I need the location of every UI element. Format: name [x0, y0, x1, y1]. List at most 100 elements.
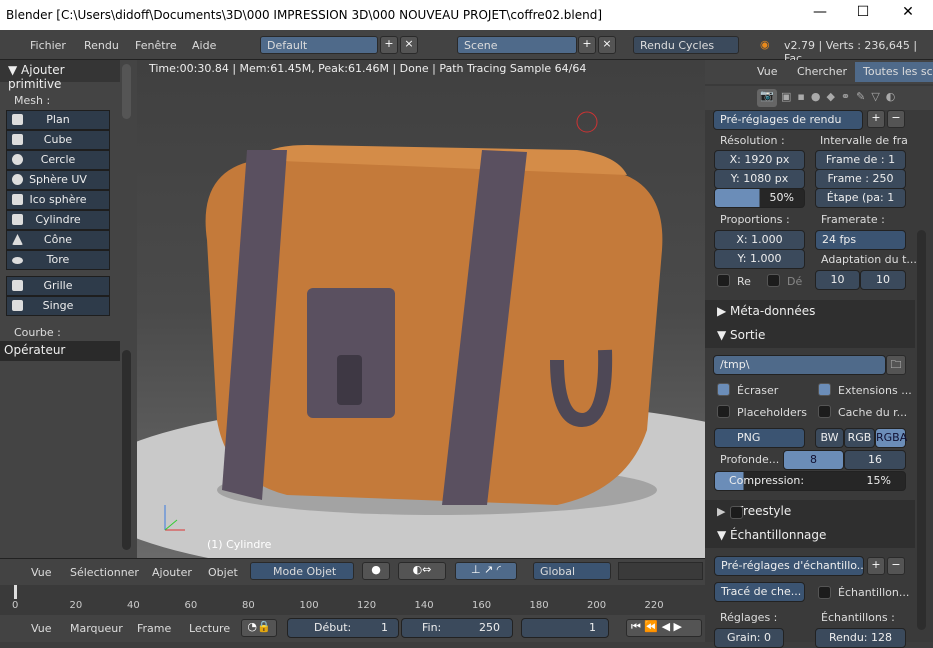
other-tabs-icons[interactable]: ▣▪●◆⚭✎▽◐ [781, 90, 901, 103]
placeholders-checkbox[interactable] [717, 405, 730, 418]
add-plane-button[interactable]: Plan [6, 110, 110, 130]
menu-ajouter[interactable]: Ajouter [152, 566, 192, 579]
border-checkbox[interactable] [717, 274, 730, 287]
shading-select[interactable]: ● [362, 562, 390, 580]
sampling-presets-select[interactable]: Pré-réglages d'échantillo... [714, 556, 864, 576]
current-frame-field[interactable]: 1 [521, 618, 609, 638]
menu-aide[interactable]: Aide [192, 39, 216, 52]
add-torus-button[interactable]: Tore [6, 250, 110, 270]
delete-scene-button[interactable]: × [598, 36, 616, 54]
end-frame-field[interactable]: Fin: 250 [401, 618, 513, 638]
depth-16-button[interactable]: 16 [844, 450, 906, 470]
active-object-label: (1) Cylindre [207, 538, 272, 551]
add-scene-button[interactable]: + [578, 36, 596, 54]
operator-panel-header[interactable]: Opérateur [0, 341, 120, 361]
menu-selectionner[interactable]: Sélectionner [70, 566, 139, 579]
operator-scrollbar[interactable] [122, 350, 131, 550]
playback-controls[interactable]: ⏮ ⏪ ◀ ▶ [626, 619, 702, 637]
time-remap-new-field[interactable]: 10 [860, 270, 906, 290]
minimize-button[interactable]: — [800, 4, 840, 20]
time-remap-old-field[interactable]: 10 [815, 270, 860, 290]
extensions-checkbox[interactable] [818, 383, 831, 396]
panel-header[interactable]: ▼ Ajouter primitive [0, 60, 120, 91]
resolution-percentage-slider[interactable]: 50% [714, 188, 805, 208]
menu-marqueur[interactable]: Marqueur [70, 622, 123, 635]
add-uv-sphere-button[interactable]: Sphère UV [6, 170, 110, 190]
frame-step-field[interactable]: Étape (pa: 1 [815, 188, 906, 208]
layer-buttons[interactable] [618, 562, 703, 580]
freestyle-checkbox[interactable] [730, 506, 743, 519]
output-path-field[interactable]: /tmp\ [713, 355, 886, 375]
render-presets-select[interactable]: Pré-réglages de rendu [713, 110, 863, 130]
add-layout-button[interactable]: + [380, 36, 398, 54]
menu-lecture[interactable]: Lecture [189, 622, 230, 635]
add-grid-button[interactable]: Grille [6, 276, 110, 296]
mode-select[interactable]: Mode Objet [250, 562, 354, 580]
remove-preset-button[interactable]: − [887, 110, 905, 128]
keying-lock-icons[interactable]: ◔🔒 [241, 619, 277, 637]
manipulator-buttons[interactable]: ⊥ ↗ ◜ [455, 562, 517, 580]
render-tab-icon[interactable]: 📷 [757, 89, 777, 107]
layout-selector[interactable]: Default [260, 36, 378, 54]
transform-orientation-select[interactable]: Global [533, 562, 611, 580]
add-preset-button[interactable]: + [867, 110, 885, 128]
add-cube-button[interactable]: Cube [6, 130, 110, 150]
add-ico-sphere-button[interactable]: Ico sphère [6, 190, 110, 210]
outliner-display-mode[interactable]: Toutes les scè [855, 62, 933, 82]
menu-vue-timeline[interactable]: Vue [31, 622, 52, 635]
timeline[interactable]: 0 20 40 60 80 100 120 140 160 180 200 220 [0, 585, 705, 615]
output-panel-header[interactable]: ▼ Sortie [705, 324, 915, 348]
render-samples-field[interactable]: Rendu: 128 [815, 628, 906, 648]
color-rgb-button[interactable]: RGB [844, 428, 875, 448]
square-samples-label: Échantillon... [838, 586, 910, 599]
aspect-x-field[interactable]: X: 1.000 [714, 230, 805, 250]
compression-slider[interactable]: Compression: 15% [714, 471, 906, 491]
color-bw-button[interactable]: BW [815, 428, 844, 448]
add-sampling-preset-button[interactable]: + [867, 557, 885, 575]
pivot-select[interactable]: ◐⇔ [398, 562, 446, 580]
seed-field[interactable]: Grain: 0 [714, 628, 784, 648]
sampling-panel-header[interactable]: ▼ Échantillonnage [705, 524, 915, 548]
close-button[interactable]: ✕ [888, 4, 928, 20]
resolution-y-field[interactable]: Y: 1080 px [714, 169, 805, 189]
placeholders-label: Placeholders [737, 406, 808, 419]
scene-selector[interactable]: Scene [457, 36, 577, 54]
3d-viewport[interactable]: Time:00:30.84 | Mem:61.45M, Peak:61.46M … [137, 60, 705, 558]
menu-frame[interactable]: Frame [137, 622, 171, 635]
crop-checkbox[interactable] [767, 274, 780, 287]
add-cylinder-button[interactable]: Cylindre [6, 210, 110, 230]
square-samples-checkbox[interactable] [818, 586, 831, 599]
frame-end-field[interactable]: Frame : 250 [815, 169, 906, 189]
maximize-button[interactable]: ☐ [843, 4, 883, 20]
scrollbar[interactable] [122, 64, 131, 119]
delete-layout-button[interactable]: × [400, 36, 418, 54]
outliner-search-menu[interactable]: Chercher [797, 65, 847, 78]
outliner-view-menu[interactable]: Vue [757, 65, 778, 78]
add-circle-button[interactable]: Cercle [6, 150, 110, 170]
menu-fenetre[interactable]: Fenêtre [135, 39, 177, 52]
depth-8-button[interactable]: 8 [783, 450, 844, 470]
menu-rendu[interactable]: Rendu [84, 39, 119, 52]
start-frame-field[interactable]: Début: 1 [287, 618, 399, 638]
integrator-select[interactable]: Tracé de che... [714, 582, 805, 602]
remove-sampling-preset-button[interactable]: − [887, 557, 905, 575]
aspect-y-field[interactable]: Y: 1.000 [714, 249, 805, 269]
overwrite-checkbox[interactable] [717, 383, 730, 396]
menu-objet[interactable]: Objet [208, 566, 238, 579]
add-monkey-button[interactable]: Singe [6, 296, 110, 316]
framerate-label: Framerate : [821, 213, 885, 226]
cache-result-checkbox[interactable] [818, 405, 831, 418]
add-cone-button[interactable]: Cône [6, 230, 110, 250]
menu-fichier[interactable]: Fichier [30, 39, 66, 52]
color-rgba-button[interactable]: RGBA [875, 428, 907, 448]
file-format-select[interactable]: PNG [714, 428, 805, 448]
render-engine-select[interactable]: Rendu Cycles [633, 36, 739, 54]
metadata-panel-header[interactable]: ▶ Méta-données [705, 300, 915, 324]
properties-scrollbar[interactable] [917, 230, 926, 630]
menu-vue[interactable]: Vue [31, 566, 52, 579]
resolution-x-field[interactable]: X: 1920 px [714, 150, 805, 170]
frame-start-field[interactable]: Frame de : 1 [815, 150, 906, 170]
framerate-select[interactable]: 24 fps [815, 230, 906, 250]
current-frame-indicator[interactable] [14, 585, 17, 599]
folder-browse-icon[interactable]: 🗀 [886, 355, 906, 375]
